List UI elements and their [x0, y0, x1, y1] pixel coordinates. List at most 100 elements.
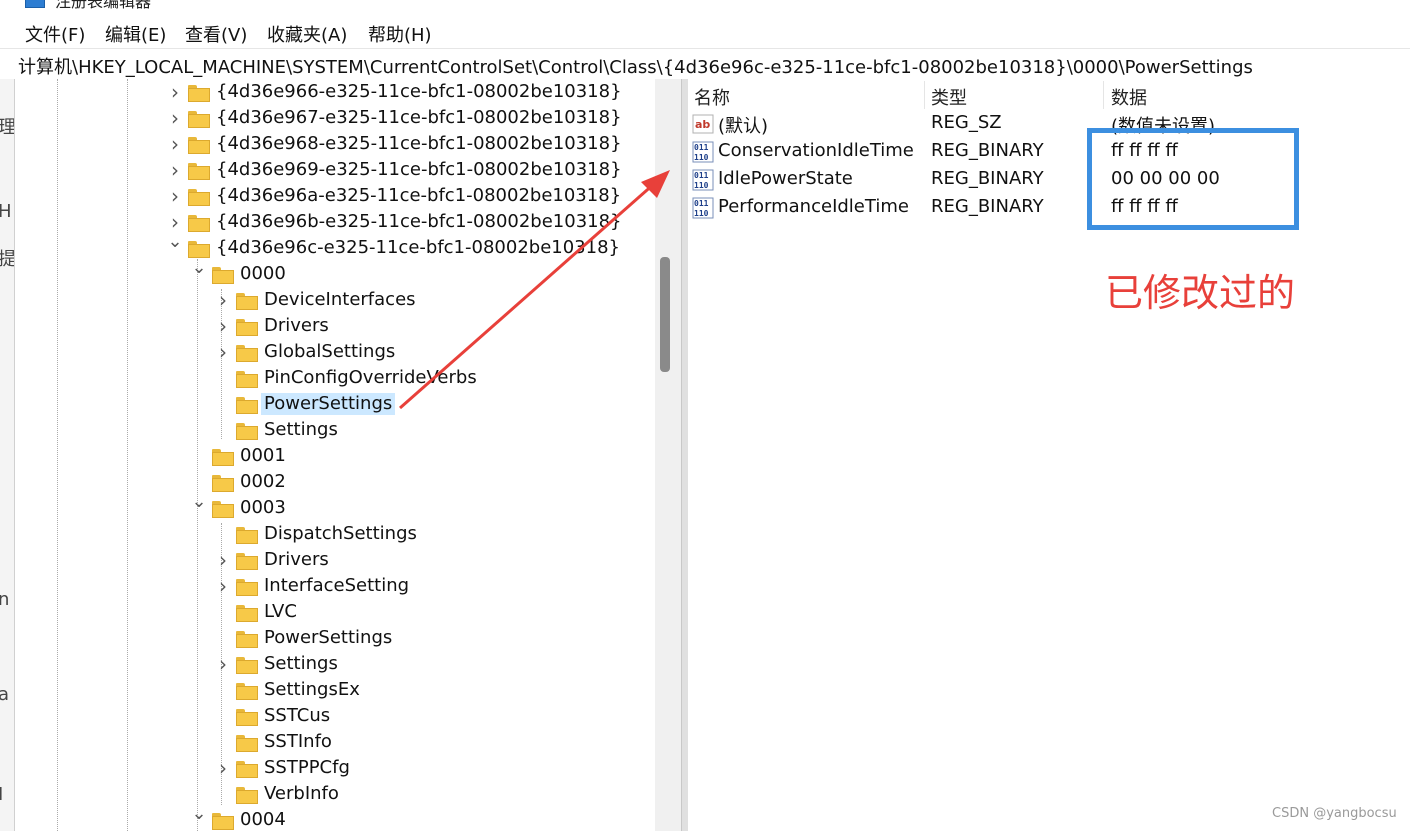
svg-text:110: 110	[694, 153, 709, 162]
chevron-right-icon[interactable]: ›	[215, 550, 231, 570]
address-path[interactable]: 计算机\HKEY_LOCAL_MACHINE\SYSTEM\CurrentCon…	[18, 53, 1253, 79]
column-header-name[interactable]: 名称	[694, 84, 730, 110]
chevron-right-icon[interactable]: ›	[215, 290, 231, 310]
tree-item[interactable]: ⌄ 0003	[15, 493, 655, 522]
string-value-icon: ab	[692, 114, 714, 134]
svg-text:011: 011	[694, 199, 709, 208]
chevron-right-icon[interactable]: ›	[215, 758, 231, 778]
column-divider[interactable]	[924, 81, 925, 109]
tree-item[interactable]: › DeviceInterfaces	[15, 288, 655, 314]
tree-item[interactable]: LVC	[15, 600, 655, 626]
chevron-right-icon[interactable]: ›	[215, 576, 231, 596]
tree-item[interactable]: DispatchSettings	[15, 522, 655, 548]
tree-item-label: InterfaceSetting	[264, 575, 410, 596]
folder-icon	[236, 397, 258, 414]
folder-icon	[212, 501, 234, 518]
tree-item[interactable]: SSTInfo	[15, 730, 655, 756]
column-header-data[interactable]: 数据	[1111, 84, 1147, 110]
tree-item-label: LVC	[264, 601, 297, 622]
svg-text:110: 110	[694, 181, 709, 190]
svg-text:ab: ab	[695, 118, 710, 131]
tree-item[interactable]: › Drivers	[15, 548, 655, 574]
chevron-right-icon[interactable]: ›	[215, 316, 231, 336]
tree-item[interactable]: › {4d36e967-e325-11ce-bfc1-08002be10318}	[15, 106, 655, 132]
folder-icon	[236, 761, 258, 778]
tree-item[interactable]: › InterfaceSetting	[15, 574, 655, 600]
watermark: CSDN @yangbocsu	[1272, 806, 1397, 821]
svg-text:011: 011	[694, 171, 709, 180]
tree-item-label: 0002	[240, 471, 286, 492]
menu-edit[interactable]: 编辑(E)	[105, 21, 166, 47]
chevron-right-icon[interactable]: ›	[215, 342, 231, 362]
chevron-down-icon[interactable]: ⌄	[191, 259, 207, 277]
tree-item[interactable]: › {4d36e96b-e325-11ce-bfc1-08002be10318}	[15, 210, 655, 236]
tree-item[interactable]: › Drivers	[15, 314, 655, 340]
tree-item[interactable]: › {4d36e969-e325-11ce-bfc1-08002be10318}	[15, 158, 655, 184]
folder-icon	[188, 85, 210, 102]
folder-icon	[188, 111, 210, 128]
chevron-right-icon[interactable]: ›	[167, 212, 183, 232]
tree-item[interactable]: SSTCus	[15, 704, 655, 730]
tree-item-label: {4d36e96c-e325-11ce-bfc1-08002be10318}	[216, 237, 620, 258]
tree-item[interactable]: ⌄ 0004	[15, 805, 655, 831]
strip-char: 理	[0, 113, 14, 139]
folder-icon	[236, 735, 258, 752]
folder-icon	[236, 371, 258, 388]
folder-icon	[188, 163, 210, 180]
menu-favorites[interactable]: 收藏夹(A)	[267, 21, 347, 47]
tree-item[interactable]: › GlobalSettings	[15, 340, 655, 366]
tree-item[interactable]: › SSTPPCfg	[15, 756, 655, 782]
tree-item-label: SettingsEx	[264, 679, 360, 700]
tree-item[interactable]: ⌄ {4d36e96c-e325-11ce-bfc1-08002be10318}	[15, 233, 655, 262]
value-name: (默认)	[718, 116, 769, 137]
tree-item-label: 0000	[240, 263, 286, 284]
folder-icon	[212, 267, 234, 284]
tree-scrollbar[interactable]	[655, 79, 681, 831]
tree-scrollbar-thumb[interactable]	[660, 257, 670, 372]
chevron-right-icon[interactable]: ›	[167, 186, 183, 206]
value-type: REG_BINARY	[931, 168, 1044, 189]
background-window-strip: 理 H 提 n a I	[0, 79, 15, 831]
column-header-type[interactable]: 类型	[931, 84, 967, 110]
title-bar: 注册表编辑器	[0, 0, 1410, 10]
tree-item[interactable]: Settings	[15, 418, 655, 444]
tree-item[interactable]: PinConfigOverrideVerbs	[15, 366, 655, 392]
tree-item-label: {4d36e968-e325-11ce-bfc1-08002be10318}	[216, 133, 622, 154]
value-type: REG_BINARY	[931, 140, 1044, 161]
folder-icon	[236, 787, 258, 804]
chevron-right-icon[interactable]: ›	[167, 108, 183, 128]
chevron-right-icon[interactable]: ›	[167, 160, 183, 180]
folder-icon	[236, 319, 258, 336]
folder-icon	[212, 475, 234, 492]
tree-item[interactable]: › {4d36e96a-e325-11ce-bfc1-08002be10318}	[15, 184, 655, 210]
chevron-right-icon[interactable]: ›	[167, 82, 183, 102]
column-divider[interactable]	[1103, 81, 1104, 109]
menu-view[interactable]: 查看(V)	[185, 21, 247, 47]
tree-item[interactable]: PowerSettings	[15, 392, 655, 418]
pane-splitter[interactable]	[681, 79, 688, 831]
menu-help[interactable]: 帮助(H)	[368, 21, 432, 47]
tree-item[interactable]: › Settings	[15, 652, 655, 678]
tree-item[interactable]: 0001	[15, 444, 655, 470]
chevron-down-icon[interactable]: ⌄	[167, 233, 183, 251]
tree-item[interactable]: ⌄ 0000	[15, 259, 655, 288]
tree-item-label: Settings	[264, 419, 338, 440]
tree-item-label: {4d36e96b-e325-11ce-bfc1-08002be10318}	[216, 211, 622, 232]
chevron-right-icon[interactable]: ›	[167, 134, 183, 154]
tree-item-label: PowerSettings	[264, 627, 393, 648]
tree-item-label: SSTCus	[264, 705, 331, 726]
svg-text:011: 011	[694, 143, 709, 152]
chevron-down-icon[interactable]: ⌄	[191, 493, 207, 511]
window-title: 注册表编辑器	[55, 0, 152, 10]
chevron-right-icon[interactable]: ›	[215, 654, 231, 674]
tree-item-label: {4d36e966-e325-11ce-bfc1-08002be10318}	[216, 81, 622, 102]
tree-item[interactable]: 0002	[15, 470, 655, 496]
tree-item[interactable]: SettingsEx	[15, 678, 655, 704]
chevron-down-icon[interactable]: ⌄	[191, 805, 207, 823]
tree-item[interactable]: › {4d36e968-e325-11ce-bfc1-08002be10318}	[15, 132, 655, 158]
tree-item[interactable]: PowerSettings	[15, 626, 655, 652]
tree-item[interactable]: › {4d36e966-e325-11ce-bfc1-08002be10318}	[15, 80, 655, 106]
tree-item[interactable]: VerbInfo	[15, 782, 655, 808]
address-bar[interactable]: 计算机\HKEY_LOCAL_MACHINE\SYSTEM\CurrentCon…	[0, 48, 1410, 80]
menu-file[interactable]: 文件(F)	[25, 21, 85, 47]
